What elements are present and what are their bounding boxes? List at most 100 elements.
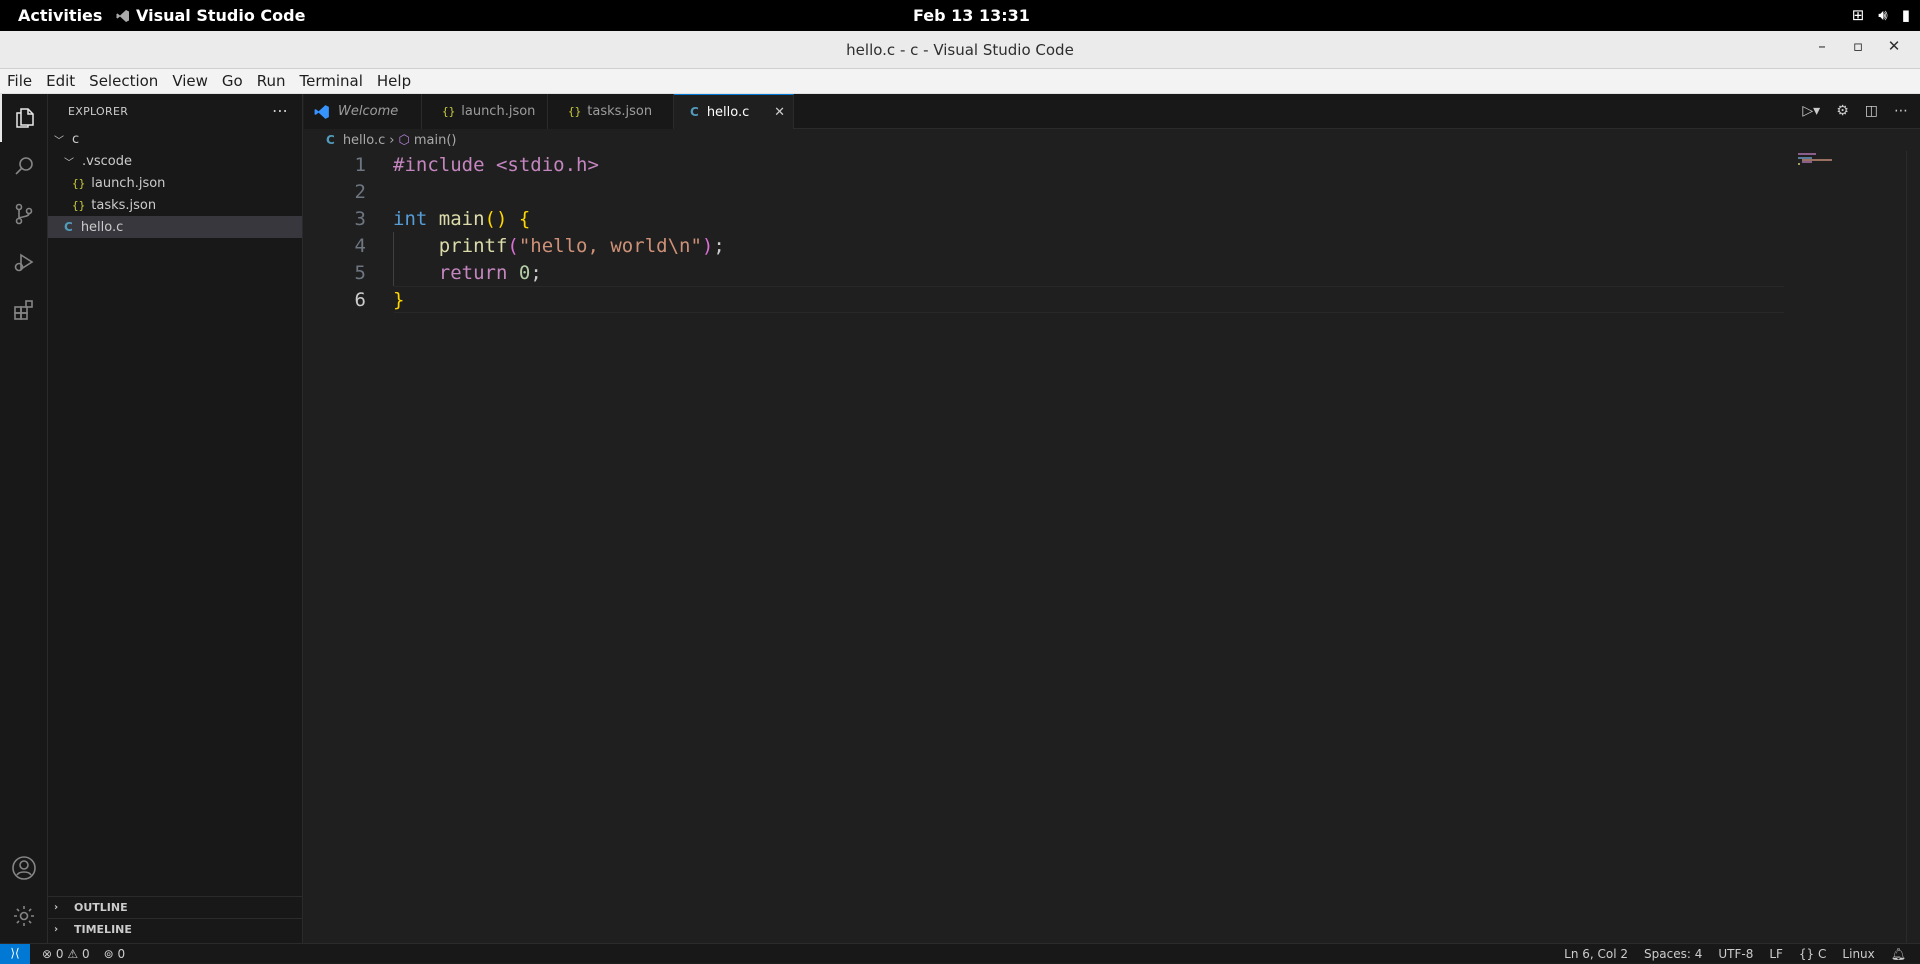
- c-file-icon: C: [690, 105, 699, 119]
- more-actions-icon[interactable]: ⋯: [272, 101, 288, 120]
- manage-activity[interactable]: [0, 892, 48, 940]
- remote-indicator[interactable]: ⟩⟨: [0, 944, 30, 964]
- run-file-icon[interactable]: ▷▾: [1802, 103, 1820, 119]
- line-number: 2: [354, 181, 366, 203]
- section-label: OUTLINE: [74, 901, 128, 914]
- breadcrumb-symbol[interactable]: main(): [414, 133, 457, 148]
- more-actions-icon[interactable]: ⋯: [1894, 103, 1908, 119]
- line-number: 1: [354, 154, 366, 176]
- menu-edit[interactable]: Edit: [39, 69, 82, 93]
- account-icon: [12, 856, 36, 880]
- tab-welcome[interactable]: Welcome: [304, 94, 422, 129]
- menu-selection[interactable]: Selection: [82, 69, 165, 93]
- chevron-down-icon: ﹀: [54, 135, 64, 147]
- window-controls: – ▫ ✕: [1804, 37, 1912, 55]
- code-token: 0: [518, 262, 531, 284]
- accounts-activity[interactable]: [0, 844, 48, 892]
- app-menu[interactable]: Visual Studio Code: [116, 6, 305, 25]
- files-icon: [16, 108, 34, 128]
- bell-icon[interactable]: 🔔︎: [1891, 947, 1906, 961]
- editor-tab-bar: Welcome {} launch.json {} tasks.json C h…: [304, 94, 1920, 129]
- tree-file-hello-c[interactable]: C hello.c: [48, 216, 302, 238]
- menu-bar: File Edit Selection View Go Run Terminal…: [0, 69, 1920, 94]
- indentation[interactable]: Spaces: 4: [1644, 947, 1702, 961]
- run-debug-activity[interactable]: [0, 238, 48, 286]
- code-text: printf("hello, world\n");: [393, 235, 725, 257]
- code-line[interactable]: 6}: [304, 286, 1784, 313]
- tree-label: c: [72, 131, 80, 147]
- code-token: {: [518, 208, 531, 230]
- problems-indicator[interactable]: ⊗ 0 ⚠ 0: [42, 947, 90, 961]
- menu-go[interactable]: Go: [215, 69, 250, 93]
- close-window-button[interactable]: ✕: [1876, 37, 1912, 55]
- explorer-activity[interactable]: [0, 94, 48, 142]
- cursor-position[interactable]: Ln 6, Col 2: [1564, 947, 1628, 961]
- app-name: Visual Studio Code: [136, 6, 306, 25]
- code-line[interactable]: 3 int main() {: [304, 205, 1784, 232]
- chevron-right-icon: ›: [54, 924, 59, 935]
- language-label: C: [1818, 947, 1827, 961]
- json-icon: {}: [442, 105, 456, 118]
- ports-count: 0: [117, 947, 126, 961]
- line-number: 5: [354, 262, 366, 284]
- menu-terminal[interactable]: Terminal: [293, 69, 370, 93]
- breadcrumb-file[interactable]: hello.c: [343, 133, 385, 148]
- tree-label: tasks.json: [91, 197, 157, 213]
- tree-folder-root[interactable]: ﹀ c: [48, 128, 302, 150]
- language-mode[interactable]: {} C: [1799, 947, 1827, 961]
- split-editor-icon[interactable]: ◫: [1865, 103, 1878, 119]
- warning-icon: ⚠: [67, 947, 79, 961]
- menu-help[interactable]: Help: [370, 69, 418, 93]
- minimap[interactable]: [1794, 151, 1914, 943]
- gear-icon[interactable]: ⚙: [1836, 103, 1849, 119]
- c-file-icon: C: [64, 220, 73, 234]
- tab-hello-c[interactable]: C hello.c ✕: [674, 94, 794, 129]
- json-icon: {}: [72, 176, 86, 190]
- explorer-title: EXPLORER: [68, 105, 129, 118]
- timeline-section[interactable]: › TIMELINE: [48, 918, 302, 940]
- platform[interactable]: Linux: [1842, 947, 1874, 961]
- system-tray[interactable]: ⊞ 🔊︎ ▮: [1852, 6, 1910, 24]
- tree-label: hello.c: [80, 219, 124, 235]
- editor-actions: ▷▾ ⚙ ◫ ⋯: [1802, 103, 1908, 119]
- code-token: ): [701, 235, 714, 257]
- tree-file-tasks-json[interactable]: {} tasks.json: [48, 194, 302, 216]
- tab-label: tasks.json: [587, 104, 653, 119]
- code-line[interactable]: 1 #include <stdio.h>: [304, 151, 1784, 178]
- end-of-line[interactable]: LF: [1769, 947, 1783, 961]
- outline-section[interactable]: › OUTLINE: [48, 896, 302, 918]
- extensions-activity[interactable]: [0, 286, 48, 334]
- tab-launch-json[interactable]: {} launch.json: [422, 94, 548, 129]
- tree-label: launch.json: [91, 175, 166, 191]
- braces-icon: {}: [1798, 947, 1815, 961]
- code-line[interactable]: 5 return 0;: [304, 259, 1784, 286]
- error-count: 0: [55, 947, 64, 961]
- clock[interactable]: Feb 13 13:31: [913, 6, 1030, 25]
- volume-icon: 🔊︎: [1878, 6, 1888, 24]
- ports-indicator[interactable]: ⊚ 0: [104, 947, 126, 961]
- tree-folder-vscode[interactable]: ﹀ .vscode: [48, 150, 302, 172]
- source-control-activity[interactable]: [0, 190, 48, 238]
- maximize-button[interactable]: ▫: [1840, 37, 1876, 55]
- close-tab-icon[interactable]: ✕: [774, 105, 785, 120]
- code-token: "hello, world\n": [518, 235, 702, 257]
- tab-tasks-json[interactable]: {} tasks.json: [548, 94, 674, 129]
- encoding[interactable]: UTF-8: [1718, 947, 1753, 961]
- menu-view[interactable]: View: [165, 69, 215, 93]
- menu-run[interactable]: Run: [250, 69, 293, 93]
- activities-button[interactable]: Activities: [18, 6, 102, 25]
- code-editor[interactable]: 1 #include <stdio.h> 2 3 int main() {4 print…: [304, 151, 1920, 943]
- code-text: return 0;: [393, 262, 542, 284]
- vertical-scrollbar[interactable]: [1906, 151, 1920, 943]
- tree-file-launch-json[interactable]: {} launch.json: [48, 172, 302, 194]
- search-activity[interactable]: [0, 142, 48, 190]
- code-line[interactable]: 2: [304, 178, 1784, 205]
- minimize-button[interactable]: –: [1804, 37, 1840, 55]
- code-text: #include <stdio.h>: [393, 154, 599, 176]
- code-line[interactable]: 4 printf("hello, world\n");: [304, 232, 1784, 259]
- menu-file[interactable]: File: [0, 69, 39, 93]
